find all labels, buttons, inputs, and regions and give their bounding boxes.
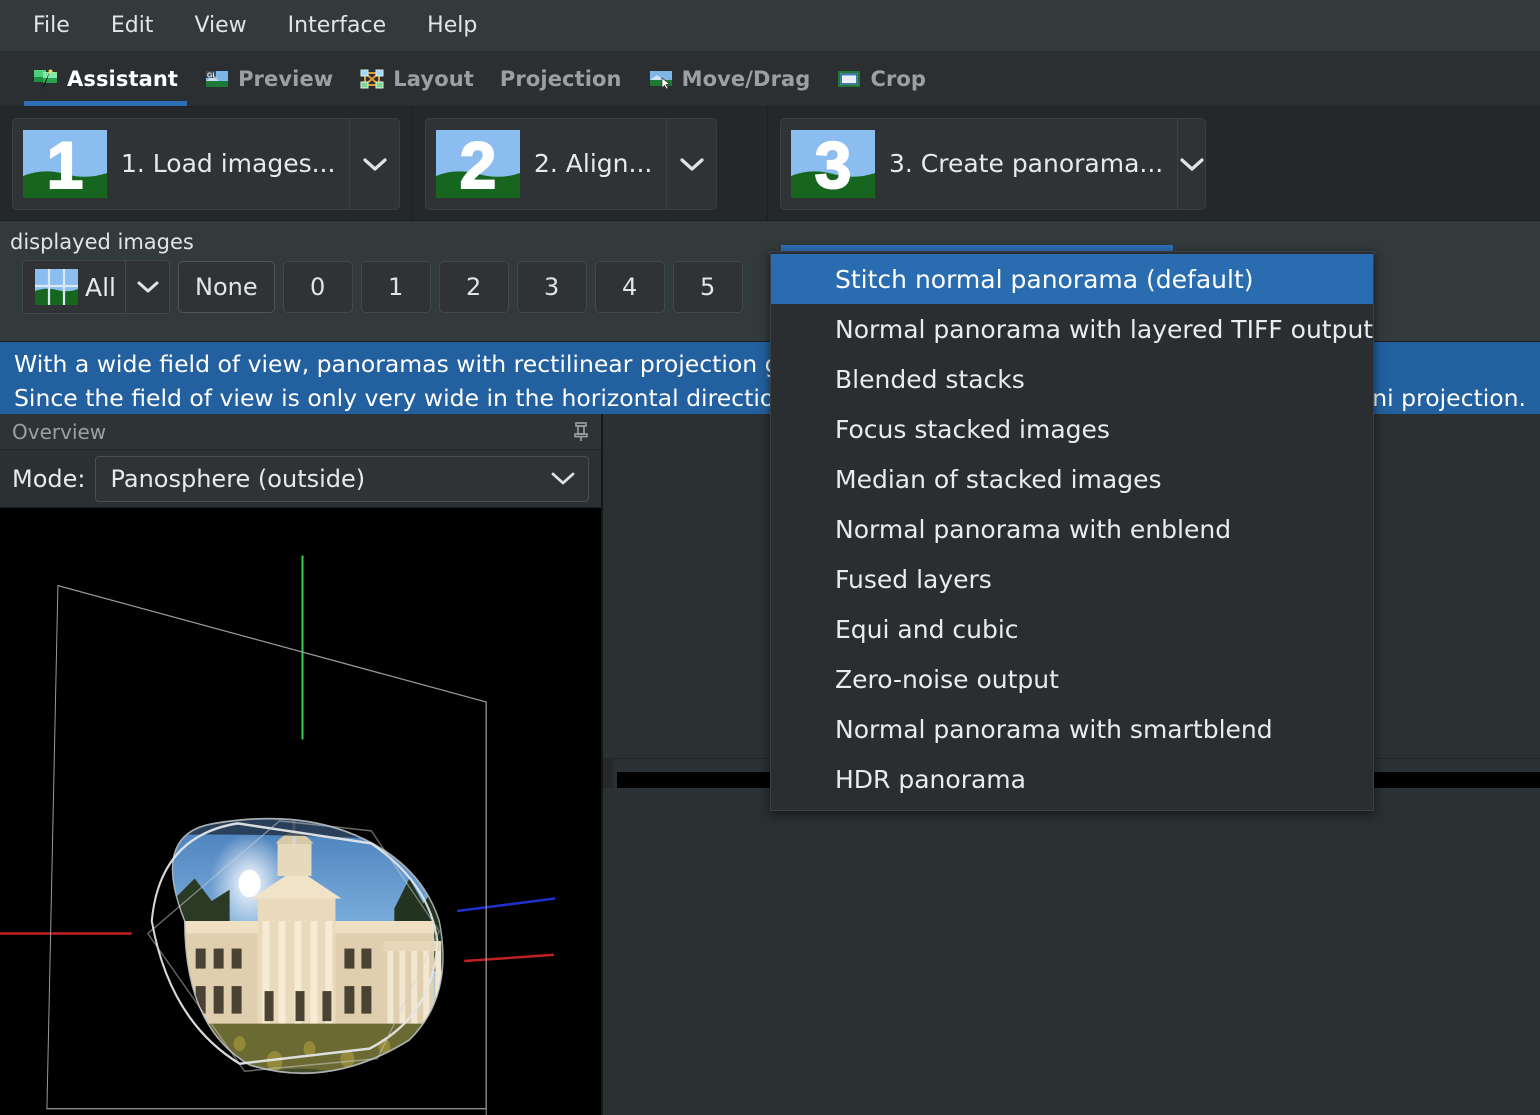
overview-panel-header: Overview	[0, 414, 601, 450]
overview-panel: Overview Mode: Panosphere (outside)	[0, 414, 602, 1115]
menu-item-hdr-panorama[interactable]: HDR panorama	[771, 754, 1373, 804]
menu-item-stitch-normal-panorama[interactable]: Stitch normal panorama (default)	[771, 254, 1373, 304]
svg-text:1: 1	[47, 130, 84, 198]
align-dropdown-arrow[interactable]	[666, 118, 717, 209]
menu-item-normal-panorama-enblend[interactable]: Normal panorama with enblend	[771, 504, 1373, 554]
overview-mode-value: Panosphere (outside)	[110, 464, 366, 493]
display-image-1[interactable]: 1	[360, 261, 431, 313]
tab-assistant[interactable]: Assistant	[20, 51, 191, 106]
display-image-0[interactable]: 0	[282, 261, 353, 313]
load-images-dropdown-arrow[interactable]	[349, 118, 399, 209]
create-panorama-label: 3. Create panorama...	[889, 149, 1164, 178]
assistant-step-2-cell: 2 2. Align...	[413, 107, 768, 220]
tab-layout[interactable]: Layout	[346, 51, 487, 106]
overview-mode-select[interactable]: Panosphere (outside)	[95, 455, 589, 502]
align-label: 2. Align...	[534, 149, 653, 178]
display-all-arrow[interactable]	[125, 261, 169, 313]
menu-item-median-of-stacked-images[interactable]: Median of stacked images	[771, 454, 1373, 504]
menu-file[interactable]: File	[16, 11, 87, 41]
overview-title: Overview	[12, 419, 107, 444]
tab-strip: Assistant GL Preview Layout Projection M…	[0, 51, 1540, 107]
assistant-icon	[34, 69, 57, 89]
step-2-icon: 2	[436, 129, 520, 198]
menu-edit[interactable]: Edit	[94, 11, 171, 41]
menu-item-focus-stacked-images[interactable]: Focus stacked images	[771, 404, 1373, 454]
banner-line-2-end: ini projection.	[1365, 384, 1526, 412]
tab-crop[interactable]: Crop	[823, 51, 939, 106]
create-panorama-dropdown-arrow[interactable]	[1177, 118, 1205, 209]
display-all-combo[interactable]: All	[22, 260, 170, 314]
assistant-step-1-cell: 1 1. Load images...	[0, 107, 413, 220]
menu-item-equi-and-cubic[interactable]: Equi and cubic	[771, 604, 1373, 654]
tab-projection[interactable]: Projection	[487, 51, 635, 106]
banner-line-2-start: Since the field of view is only very wid…	[14, 384, 837, 412]
hugin-main-window: File Edit View Interface Help Assistant	[0, 0, 1540, 1115]
menu-item-fused-layers[interactable]: Fused layers	[771, 554, 1373, 604]
menu-item-layered-tiff-output[interactable]: Normal panorama with layered TIFF output	[771, 304, 1373, 354]
menu-item-normal-panorama-smartblend[interactable]: Normal panorama with smartblend	[771, 704, 1373, 754]
chevron-down-icon	[363, 157, 387, 171]
all-images-icon	[35, 269, 78, 305]
tab-crop-label: Crop	[870, 66, 927, 91]
step-3-icon: 3	[791, 129, 875, 198]
svg-text:GL: GL	[207, 72, 217, 79]
chevron-down-icon	[680, 157, 704, 171]
assistant-step-row: 1 1. Load images... 2 2. Align... 3 3. C…	[0, 107, 1540, 220]
pushpin-icon[interactable]	[571, 421, 591, 443]
overview-mode-label: Mode:	[12, 464, 86, 493]
tab-assistant-label: Assistant	[67, 66, 179, 91]
tab-preview[interactable]: GL Preview	[191, 51, 346, 106]
menu-item-blended-stacks[interactable]: Blended stacks	[771, 354, 1373, 404]
preview-gl-icon: GL	[206, 70, 229, 87]
tab-move-drag-label: Move/Drag	[681, 66, 811, 91]
panosphere-3d-view[interactable]	[0, 508, 601, 1115]
display-image-2[interactable]: 2	[438, 261, 509, 313]
menu-help[interactable]: Help	[410, 11, 494, 41]
menu-view[interactable]: View	[177, 11, 263, 41]
display-image-5[interactable]: 5	[672, 261, 743, 313]
right-panel-bottom-area	[603, 788, 1540, 1115]
panosphere-canvas	[0, 508, 601, 1115]
display-all-label: All	[85, 272, 116, 302]
overview-mode-row: Mode: Panosphere (outside)	[0, 450, 601, 508]
svg-text:2: 2	[460, 130, 497, 198]
menu-interface[interactable]: Interface	[271, 11, 404, 41]
step-1-icon: 1	[23, 129, 107, 198]
display-image-4[interactable]: 4	[594, 261, 665, 313]
move-drag-icon	[649, 70, 672, 89]
tab-preview-label: Preview	[238, 66, 334, 91]
tab-move-drag[interactable]: Move/Drag	[635, 51, 824, 106]
load-images-label: 1. Load images...	[121, 149, 336, 178]
create-panorama-button[interactable]: 3 3. Create panorama...	[780, 117, 1206, 210]
display-none-button[interactable]: None	[178, 261, 275, 313]
tab-layout-label: Layout	[393, 66, 474, 91]
create-panorama-menu: Stitch normal panorama (default) Normal …	[770, 251, 1374, 811]
assistant-step-3-cell: 3 3. Create panorama...	[768, 107, 1218, 220]
layout-icon	[360, 69, 384, 88]
chevron-down-icon	[137, 281, 158, 293]
svg-text:3: 3	[815, 130, 852, 198]
menu-bar: File Edit View Interface Help	[0, 0, 1540, 51]
chevron-down-icon	[551, 472, 575, 485]
tab-projection-label: Projection	[499, 66, 622, 91]
chevron-down-icon	[1180, 157, 1204, 171]
crop-icon	[838, 70, 861, 87]
load-images-button[interactable]: 1 1. Load images...	[12, 117, 400, 210]
menu-item-zero-noise-output[interactable]: Zero-noise output	[771, 654, 1373, 704]
align-button[interactable]: 2 2. Align...	[425, 117, 718, 210]
display-image-3[interactable]: 3	[516, 261, 587, 313]
